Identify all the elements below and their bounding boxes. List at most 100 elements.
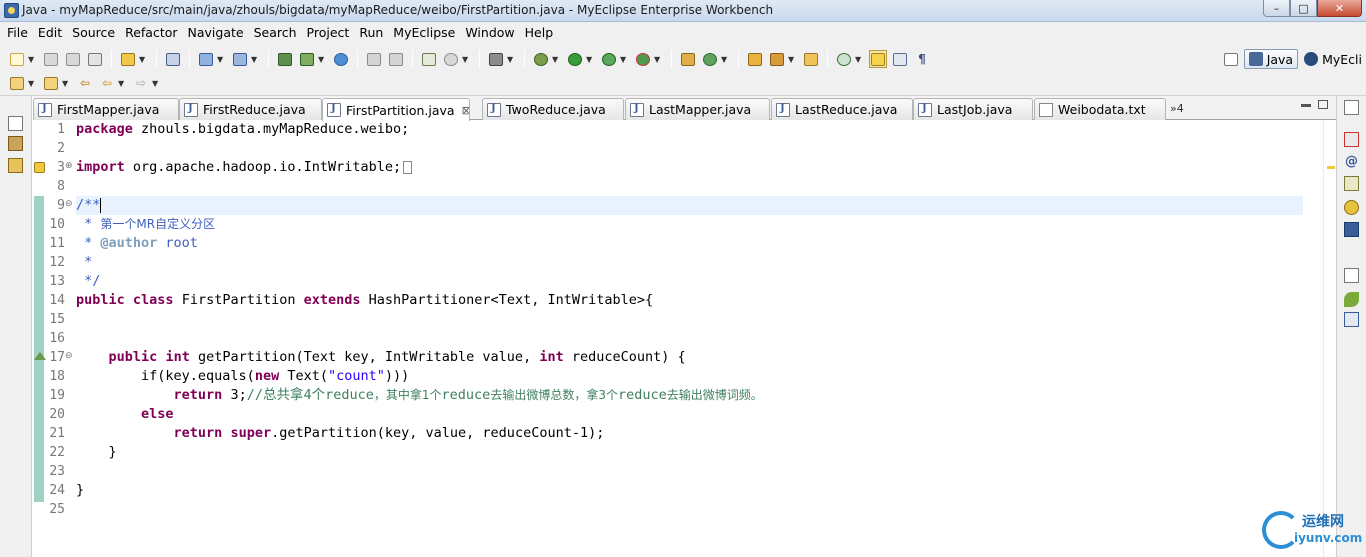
back-arrow-icon[interactable]: ⇦ — [98, 74, 116, 92]
search-disabled-icon[interactable] — [442, 50, 460, 68]
tab-firstmapper[interactable]: FirstMapper.java — [33, 98, 179, 120]
explore-icon[interactable] — [231, 50, 249, 68]
tools-icon[interactable] — [768, 50, 786, 68]
javadoc-icon[interactable]: @ — [1344, 154, 1359, 169]
tab-firstreduce[interactable]: FirstReduce.java — [179, 98, 322, 120]
maximize-editor-icon[interactable] — [1318, 100, 1328, 109]
menu-project[interactable]: Project — [302, 25, 355, 40]
chevron-down-icon[interactable]: ▼ — [139, 55, 147, 64]
open-type-icon[interactable] — [276, 50, 294, 68]
menu-search[interactable]: Search — [249, 25, 302, 40]
tab-lastjob[interactable]: LastJob.java — [913, 98, 1033, 120]
new-web-project-icon[interactable] — [119, 50, 137, 68]
folded-region-box[interactable] — [403, 160, 413, 174]
chevron-down-icon[interactable]: ▼ — [251, 55, 259, 64]
minimize-editor-icon[interactable] — [1301, 104, 1311, 107]
tab-tworeduce[interactable]: TwoReduce.java — [482, 98, 624, 120]
tab-firstpartition[interactable]: FirstPartition.java ⊠ — [322, 98, 470, 121]
chevron-down-icon[interactable]: ▼ — [721, 55, 729, 64]
tab-lastreduce[interactable]: LastReduce.java — [771, 98, 913, 120]
hierarchy-icon[interactable] — [8, 158, 23, 173]
chevron-down-icon[interactable]: ▼ — [654, 55, 662, 64]
chevron-down-icon[interactable]: ▼ — [507, 55, 515, 64]
next-annotation-icon[interactable] — [8, 74, 26, 92]
chevron-down-icon[interactable]: ▼ — [788, 55, 796, 64]
package-explorer-icon[interactable] — [8, 136, 23, 151]
restore-icon[interactable] — [1344, 100, 1359, 115]
coverage-icon[interactable] — [600, 50, 618, 68]
open-perspective-pack-icon[interactable] — [746, 50, 764, 68]
new-dropdown-icon[interactable]: ▼ — [28, 55, 36, 64]
chevron-down-icon[interactable]: ▼ — [462, 55, 470, 64]
maximize-button[interactable]: □ — [1290, 0, 1317, 17]
open-resource-icon[interactable] — [298, 50, 316, 68]
block-selection-icon[interactable] — [891, 50, 909, 68]
server-icon[interactable] — [164, 50, 182, 68]
chevron-down-icon[interactable]: ▼ — [620, 55, 628, 64]
chevron-down-icon[interactable]: ▼ — [586, 55, 594, 64]
menu-help[interactable]: Help — [520, 25, 559, 40]
camera-icon[interactable] — [487, 50, 505, 68]
menu-myeclipse[interactable]: MyEclipse — [388, 25, 460, 40]
undeploy-disabled-icon[interactable] — [387, 50, 405, 68]
menu-navigate[interactable]: Navigate — [183, 25, 249, 40]
external-tools-icon[interactable] — [634, 50, 652, 68]
console-icon[interactable] — [1344, 200, 1359, 215]
show-whitespace-icon[interactable]: ¶ — [913, 50, 931, 68]
deploy-icon[interactable] — [197, 50, 215, 68]
restore-icon[interactable] — [8, 116, 23, 131]
open-perspective-icon[interactable] — [1222, 50, 1240, 68]
new-java-project-icon[interactable] — [679, 50, 697, 68]
menu-edit[interactable]: Edit — [33, 25, 67, 40]
close-tab-icon[interactable]: ⊠ — [462, 104, 469, 117]
open-folder-icon[interactable] — [802, 50, 820, 68]
toggle-mark-occurrences-icon[interactable] — [869, 50, 887, 68]
search-icon[interactable] — [835, 50, 853, 68]
save-icon[interactable] — [42, 50, 60, 68]
chevron-down-icon[interactable]: ▼ — [62, 79, 70, 88]
forward-arrow-icon[interactable]: ⇨ — [132, 74, 150, 92]
problems-icon[interactable] — [1344, 132, 1359, 147]
previous-annotation-icon[interactable] — [42, 74, 60, 92]
collapse-fold-icon[interactable]: ⊖ — [65, 199, 73, 209]
minimize-button[interactable]: – — [1263, 0, 1290, 17]
servers-icon[interactable] — [1344, 222, 1359, 237]
close-button[interactable]: ✕ — [1317, 0, 1362, 17]
save-all-icon[interactable] — [64, 50, 82, 68]
menu-run[interactable]: Run — [354, 25, 388, 40]
code-area[interactable]: 1 2 3 8 9 10 11 12 13 14 15 16 17 18 19 … — [33, 120, 1323, 557]
last-edit-location-icon[interactable]: ⇦ — [76, 74, 94, 92]
perspective-myeclipse[interactable]: MyEcli — [1300, 49, 1366, 69]
tab-weibodata[interactable]: Weibodata.txt — [1034, 98, 1166, 120]
print-icon[interactable] — [86, 50, 104, 68]
new-icon[interactable] — [8, 50, 26, 68]
chevron-down-icon[interactable]: ▼ — [855, 55, 863, 64]
perspective-java[interactable]: Java — [1243, 49, 1299, 69]
browser-globe-icon[interactable] — [332, 50, 350, 68]
chevron-down-icon[interactable]: ▼ — [152, 79, 160, 88]
new-class-icon[interactable] — [701, 50, 719, 68]
chevron-down-icon[interactable]: ▼ — [28, 79, 36, 88]
chevron-down-icon[interactable]: ▼ — [318, 55, 326, 64]
chevron-down-icon[interactable]: ▼ — [217, 55, 225, 64]
menu-refactor[interactable]: Refactor — [120, 25, 182, 40]
tab-overflow-indicator[interactable]: »4 — [1170, 102, 1184, 115]
restore-icon[interactable] — [1344, 268, 1359, 283]
menu-file[interactable]: File — [2, 25, 33, 40]
hierarchy-tree-icon[interactable] — [1344, 312, 1359, 327]
menu-source[interactable]: Source — [67, 25, 120, 40]
chevron-down-icon[interactable]: ▼ — [118, 79, 126, 88]
deploy-disabled-icon[interactable] — [365, 50, 383, 68]
collapse-fold-icon[interactable]: ⊖ — [65, 351, 73, 361]
run-icon[interactable] — [566, 50, 584, 68]
debug-icon[interactable] — [532, 50, 550, 68]
menu-window[interactable]: Window — [460, 25, 519, 40]
expand-fold-icon[interactable]: ⊕ — [65, 161, 73, 171]
overview-ruler[interactable] — [1323, 120, 1336, 557]
chevron-down-icon[interactable]: ▼ — [552, 55, 560, 64]
declaration-icon[interactable] — [1344, 176, 1359, 191]
outline-icon[interactable] — [1344, 292, 1359, 307]
new-class-wizard-icon[interactable] — [420, 50, 438, 68]
tab-lastmapper[interactable]: LastMapper.java — [625, 98, 770, 120]
overview-warning-mark[interactable] — [1327, 166, 1335, 169]
